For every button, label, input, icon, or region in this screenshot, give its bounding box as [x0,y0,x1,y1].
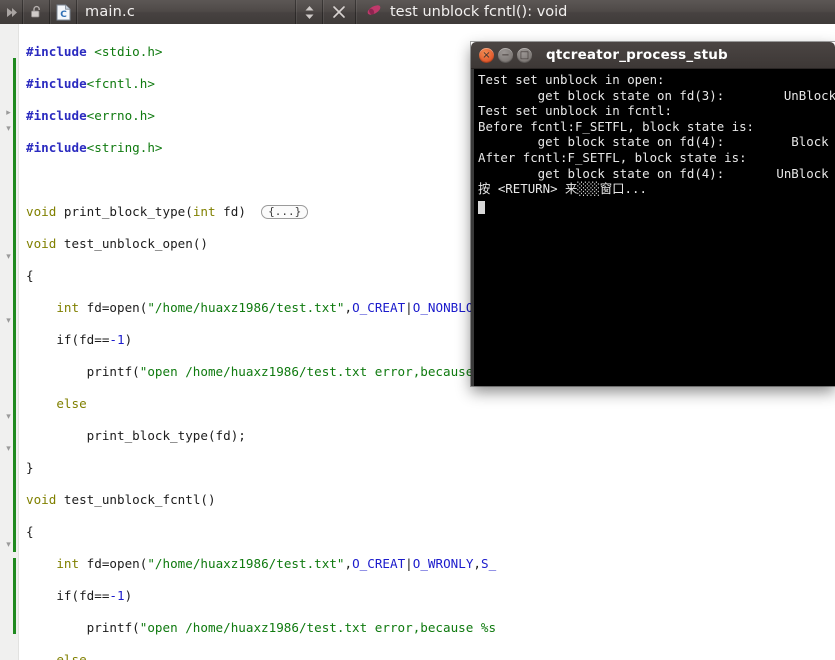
close-x-icon[interactable] [323,0,355,24]
terminal-output-area[interactable]: Test set unblock in open: get block stat… [471,69,835,386]
terminal-window[interactable]: × − □ qtcreator_process_stub Test set un… [471,42,835,386]
svg-text:C: C [60,10,67,20]
code-line: } [26,460,34,475]
code-line: if(fd==-1) [26,588,133,603]
terminal-line: 按 <RETURN> 来░░░窗口... [478,181,647,197]
terminal-title: qtcreator_process_stub [546,47,728,63]
window-close-glyph: × [482,49,491,61]
code-line: int fd=open("/home/huaxz1986/test.txt",O… [56,556,497,571]
function-symbol-icon [366,3,382,21]
editor-toolbar: C main.c test unblock fcntl(): void [0,0,835,24]
up-down-spinner-icon[interactable] [296,0,322,24]
code-line: void test_unblock_fcntl() [26,492,216,507]
code-line: else [56,396,87,411]
collapsed-fold-block[interactable]: {...} [261,205,309,219]
terminal-line: Before fcntl:F_SETFL, block state is: [478,118,755,134]
change-marker-bar [13,24,16,660]
code-line: { [26,524,34,539]
terminal-line: get block state on fd(4): Block [478,134,829,150]
terminal-line: After fcntl:F_SETFL, block state is: [478,149,747,165]
terminal-scrollbar[interactable] [471,69,474,386]
terminal-cursor [478,200,485,214]
window-minimize-icon[interactable]: − [498,47,513,63]
change-marker [13,58,16,552]
open-file-name: main.c [85,4,136,20]
current-symbol-label: test unblock fcntl(): void [390,4,568,20]
terminal-line: Test set unblock in open: [478,72,665,87]
terminal-title-bar[interactable]: × − □ qtcreator_process_stub [471,42,835,69]
terminal-line: Test set unblock in fcntl: [478,103,672,119]
editor-gutter[interactable]: ▸ ▾ ▾ ▾ ▾ ▾ ▾ [0,24,19,660]
window-close-icon[interactable]: × [479,47,494,63]
window-maximize-glyph: □ [519,49,530,61]
code-line: print_block_type(fd); [26,428,246,443]
open-file-selector[interactable]: main.c [77,0,295,24]
right-arrow-icon[interactable] [0,0,22,24]
code-line: else [56,652,87,660]
c-source-file-icon: C [50,0,76,24]
symbol-selector[interactable]: test unblock fcntl(): void [356,0,835,24]
terminal-line: get block state on fd(4): UnBlock [478,165,829,181]
unlocked-padlock-icon[interactable] [23,0,49,24]
terminal-line: get block state on fd(3): UnBlock [478,87,835,103]
window-minimize-glyph: − [501,49,510,61]
code-line: printf("open /home/huaxz1986/test.txt er… [26,620,497,635]
change-marker [13,558,16,634]
window-maximize-icon[interactable]: □ [517,47,532,63]
terminal-output-text: Test set unblock in open: get block stat… [474,72,835,197]
